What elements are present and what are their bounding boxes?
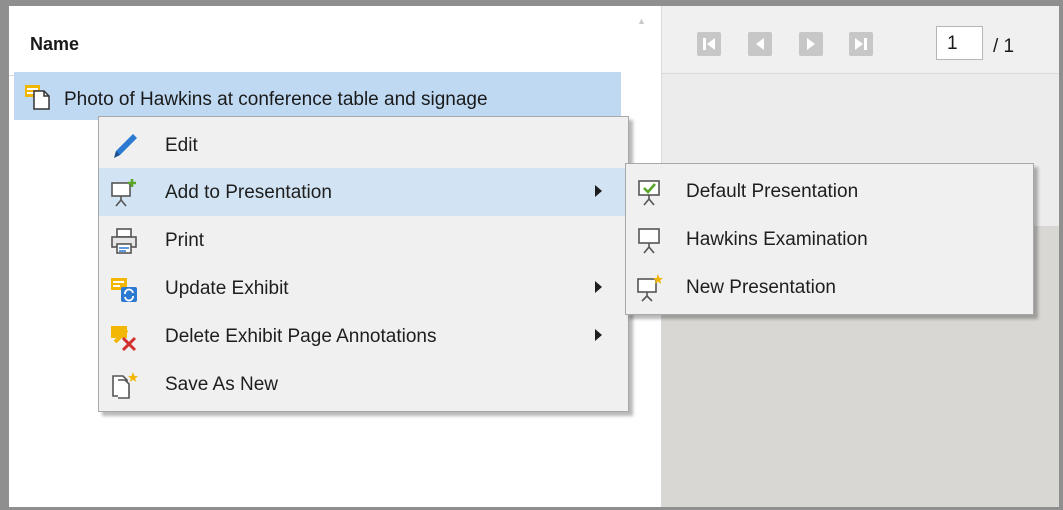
menu-item-label: Save As New	[165, 374, 278, 395]
exhibit-document-icon	[25, 83, 51, 111]
save-as-new-icon	[109, 370, 139, 400]
menu-item-update-exhibit[interactable]: Update Exhibit	[99, 264, 628, 312]
column-header[interactable]: Name	[9, 6, 621, 76]
exhibit-row[interactable]: Photo of Hawkins at conference table and…	[14, 72, 626, 120]
menu-item-add-to-presentation[interactable]: Add to Presentation	[99, 168, 628, 216]
previous-page-icon[interactable]	[748, 32, 772, 56]
page-total-label: / 1	[993, 36, 1015, 57]
submenu-arrow-icon	[595, 281, 602, 293]
submenu-item-default-presentation[interactable]: Default Presentation	[626, 167, 1033, 215]
submenu-item-hawkins-examination[interactable]: Hawkins Examination	[626, 215, 1033, 263]
submenu-arrow-icon	[595, 185, 602, 197]
printer-icon	[109, 226, 139, 256]
presentation-submenu: Default Presentation Hawkins Examination…	[625, 163, 1034, 315]
last-page-icon[interactable]	[849, 32, 873, 56]
menu-item-delete-annotations[interactable]: Delete Exhibit Page Annotations	[99, 312, 628, 360]
menu-item-label: Add to Presentation	[165, 182, 332, 203]
menu-item-label: Edit	[165, 135, 198, 156]
scroll-up-icon[interactable]: ▲	[621, 16, 662, 30]
submenu-item-label: Default Presentation	[686, 181, 859, 202]
presentation-icon	[634, 225, 664, 255]
next-page-icon[interactable]	[799, 32, 823, 56]
menu-item-save-as-new[interactable]: Save As New	[99, 360, 628, 408]
submenu-item-new-presentation[interactable]: New Presentation	[626, 263, 1033, 311]
pencil-icon	[109, 131, 139, 161]
submenu-item-label: Hawkins Examination	[686, 229, 868, 250]
submenu-item-label: New Presentation	[686, 277, 836, 298]
menu-item-edit[interactable]: Edit	[99, 121, 628, 169]
menu-item-label: Delete Exhibit Page Annotations	[165, 326, 437, 347]
presentation-default-icon	[634, 177, 664, 207]
menu-item-label: Update Exhibit	[165, 278, 289, 299]
viewer-toolbar: 1 / 1	[662, 6, 1059, 74]
presentation-add-icon	[109, 178, 139, 208]
menu-item-print[interactable]: Print	[99, 216, 628, 264]
page-number-input[interactable]: 1	[936, 26, 983, 60]
delete-annotations-icon	[109, 322, 139, 352]
submenu-arrow-icon	[595, 329, 602, 341]
exhibit-row-label: Photo of Hawkins at conference table and…	[64, 89, 488, 110]
first-page-icon[interactable]	[697, 32, 721, 56]
presentation-new-icon	[634, 273, 664, 303]
menu-item-label: Print	[165, 230, 205, 251]
update-exhibit-icon	[109, 274, 139, 304]
context-menu: Edit Add to Presentation Print Update Ex…	[98, 116, 629, 412]
column-header-name: Name	[30, 34, 80, 54]
